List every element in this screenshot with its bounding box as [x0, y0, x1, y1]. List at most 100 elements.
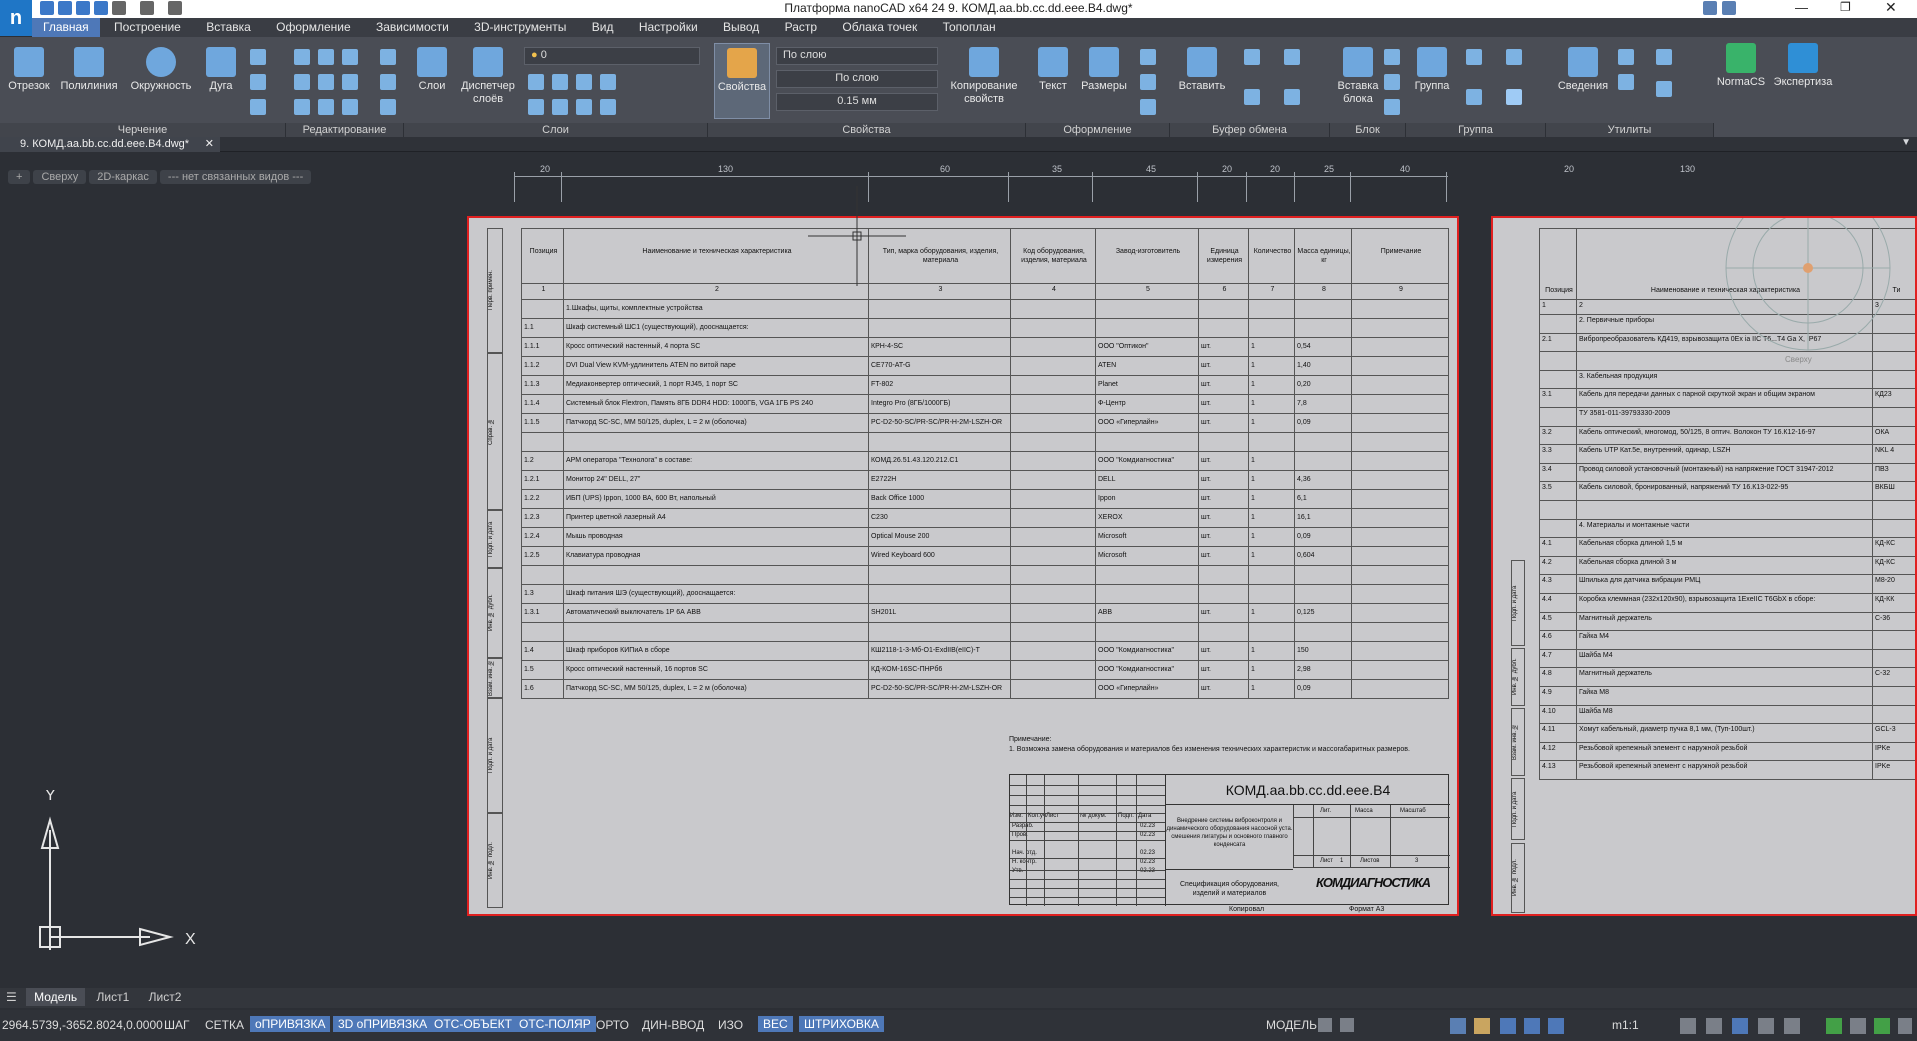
- menu-insert[interactable]: Вставка: [195, 18, 262, 37]
- copy-base-icon[interactable]: [1244, 89, 1260, 105]
- menu-raster[interactable]: Растр: [774, 18, 828, 37]
- rotate-icon[interactable]: [318, 49, 334, 65]
- lineweight-select[interactable]: 0.15 мм: [776, 93, 938, 111]
- menu-point-clouds[interactable]: Облака точек: [831, 18, 928, 37]
- group-select-icon[interactable]: [1466, 89, 1482, 105]
- block-edit-icon[interactable]: [1384, 74, 1400, 90]
- status-toggle[interactable]: 3D оПРИВЯЗКА: [333, 1016, 433, 1032]
- annotation-icon[interactable]: [1340, 1018, 1354, 1032]
- sync-icon[interactable]: [1826, 1018, 1842, 1034]
- layer-manager-button[interactable]: Диспетчер слоёв: [456, 47, 520, 106]
- array-icon[interactable]: [342, 99, 358, 115]
- layer-walk-icon[interactable]: [600, 99, 616, 115]
- copy-icon[interactable]: [294, 74, 310, 90]
- plugin-icon[interactable]: [1874, 1018, 1890, 1034]
- move-icon[interactable]: [294, 49, 310, 65]
- model-space-icon[interactable]: [1318, 1018, 1332, 1032]
- fillet-icon[interactable]: [342, 74, 358, 90]
- group-toggle-icon[interactable]: [1506, 89, 1522, 105]
- pan-icon[interactable]: [1680, 1018, 1696, 1034]
- trim-icon[interactable]: [342, 49, 358, 65]
- block-create-icon[interactable]: [1384, 49, 1400, 65]
- status-toggle[interactable]: ОРТО: [596, 1018, 629, 1032]
- status-toggle[interactable]: ОТС-ПОЛЯР: [514, 1016, 596, 1032]
- layout-menu-icon[interactable]: ☰: [0, 988, 23, 1006]
- layer-lock-icon[interactable]: [576, 74, 592, 90]
- spec-sheet-1[interactable]: Перв. примен. Справ. № Подп. и дата Инв. № …: [467, 216, 1459, 916]
- menu-topoplan[interactable]: Топоплан: [932, 18, 1007, 37]
- erase-icon[interactable]: [380, 49, 396, 65]
- region-icon[interactable]: [250, 99, 266, 115]
- layer-match-icon[interactable]: [552, 99, 568, 115]
- leader-icon[interactable]: [1140, 49, 1156, 65]
- zoom-icon[interactable]: [1706, 1018, 1722, 1034]
- viewcube-label[interactable]: Сверху: [1785, 355, 1812, 364]
- selection-icon[interactable]: [1524, 1018, 1540, 1034]
- ungroup-icon[interactable]: [1466, 49, 1482, 65]
- tabs-menu-icon[interactable]: ▼: [1901, 137, 1911, 148]
- visual-style-button[interactable]: 2D-каркас: [89, 170, 157, 184]
- group-button[interactable]: Группа: [1410, 47, 1454, 93]
- dyn-ucs-icon[interactable]: [1548, 1018, 1564, 1034]
- scale-icon[interactable]: [318, 99, 334, 115]
- maximize-icon[interactable]: ❐: [1840, 0, 1851, 14]
- status-toggle[interactable]: ВЕС: [758, 1016, 793, 1032]
- status-menu-icon[interactable]: [1898, 1018, 1912, 1034]
- isolate-icon[interactable]: [1450, 1018, 1466, 1034]
- hatch-icon[interactable]: [250, 74, 266, 90]
- mirror-icon[interactable]: [318, 74, 334, 90]
- info-button[interactable]: Сведения: [1550, 47, 1616, 93]
- menu-build[interactable]: Построение: [103, 18, 192, 37]
- menu-format[interactable]: Оформление: [265, 18, 361, 37]
- zoom-window-icon[interactable]: [1732, 1018, 1748, 1034]
- linetype-select[interactable]: По слою: [776, 70, 938, 88]
- paste-button[interactable]: Вставить: [1176, 47, 1228, 93]
- status-toggle[interactable]: оПРИВЯЗКА: [250, 1016, 331, 1032]
- view-direction-button[interactable]: Сверху: [33, 170, 87, 184]
- status-toggle[interactable]: ИЗО: [718, 1018, 743, 1032]
- scale-readout[interactable]: m1:1: [1612, 1018, 1639, 1032]
- menu-constraints[interactable]: Зависимости: [365, 18, 460, 37]
- normacs-button[interactable]: NormaCS: [1716, 43, 1766, 89]
- close-tab-icon[interactable]: ✕: [205, 137, 214, 150]
- copy-properties-button[interactable]: Копирование свойств: [944, 47, 1024, 106]
- status-toggle[interactable]: ШТРИХОВКА: [799, 1016, 884, 1032]
- layers-button[interactable]: Слои: [410, 47, 454, 93]
- status-toggle[interactable]: СЕТКА: [205, 1018, 244, 1032]
- color-select[interactable]: По слою: [776, 47, 938, 65]
- stretch-icon[interactable]: [294, 99, 310, 115]
- properties-button[interactable]: Свойства: [714, 43, 770, 119]
- select-icon[interactable]: [1618, 49, 1634, 65]
- dimensions-button[interactable]: Размеры: [1076, 47, 1132, 93]
- explode-icon[interactable]: [380, 99, 396, 115]
- text-button[interactable]: Текст: [1034, 47, 1072, 93]
- zoom-extents-icon[interactable]: [1758, 1018, 1774, 1034]
- expertise-button[interactable]: Экспертиза: [1770, 43, 1836, 89]
- polyline-button[interactable]: Полилиния: [56, 47, 122, 93]
- line-button[interactable]: Отрезок: [6, 47, 52, 93]
- lightbulb-icon[interactable]: [1474, 1018, 1490, 1034]
- layer-off-icon[interactable]: [600, 74, 616, 90]
- viewport-menu-button[interactable]: +: [8, 170, 31, 184]
- help-icon[interactable]: [1722, 1, 1736, 15]
- menu-home[interactable]: Главная: [32, 18, 100, 37]
- cursor-mode-icon[interactable]: [1500, 1018, 1516, 1034]
- menu-view[interactable]: Вид: [581, 18, 625, 37]
- layer-iso-icon[interactable]: [576, 99, 592, 115]
- layer-prev-icon[interactable]: [528, 99, 544, 115]
- quick-select-icon[interactable]: [1618, 74, 1634, 90]
- mark-icon[interactable]: [1140, 99, 1156, 115]
- fullscreen-icon[interactable]: [1850, 1018, 1866, 1034]
- sheet-set-icon[interactable]: [1656, 81, 1672, 97]
- status-toggle[interactable]: ШАГ: [164, 1018, 190, 1032]
- cut-icon[interactable]: [1244, 49, 1260, 65]
- tab-model[interactable]: Модель: [26, 988, 86, 1006]
- offset-icon[interactable]: [380, 74, 396, 90]
- menu-output[interactable]: Вывод: [712, 18, 770, 37]
- doc-tab[interactable]: 9. КОМД.aa.bb.cc.dd.eee.B4.dwg* ✕: [0, 137, 220, 152]
- tab-sheet2[interactable]: Лист2: [141, 988, 190, 1006]
- minimize-icon[interactable]: —: [1795, 0, 1808, 15]
- linked-views-button[interactable]: --- нет связанных видов ---: [159, 170, 312, 184]
- block-attr-icon[interactable]: [1384, 99, 1400, 115]
- layer-select[interactable]: ● 0: [524, 47, 700, 65]
